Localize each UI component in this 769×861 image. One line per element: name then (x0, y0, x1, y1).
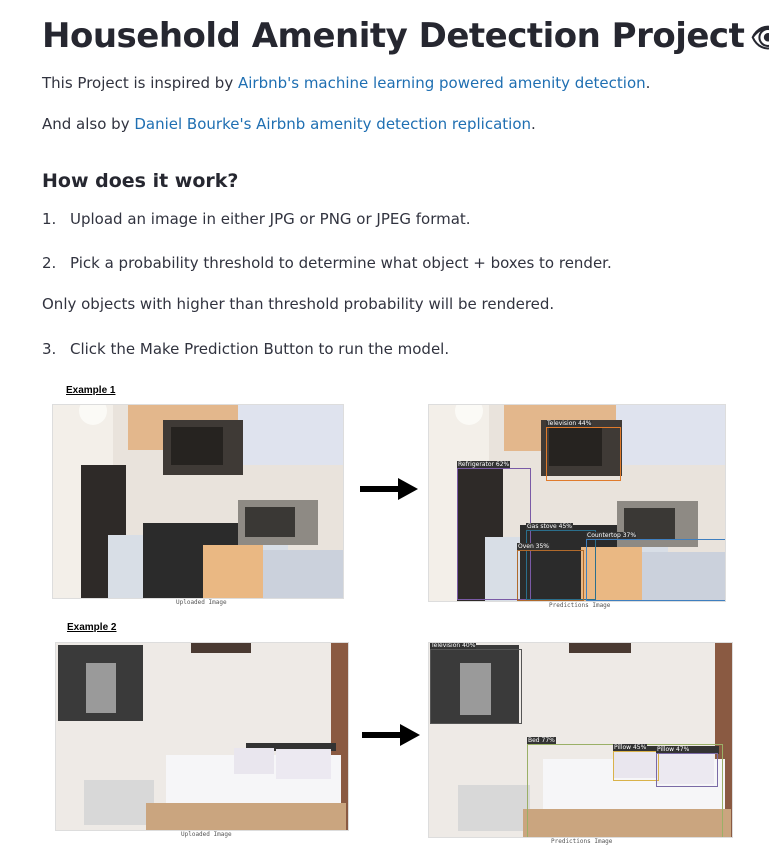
example-1-uploaded-caption: Uploaded Image (176, 599, 227, 606)
detection-box: Countertop 37% (586, 532, 725, 601)
detection-label: Gas stove 45% (526, 523, 573, 530)
example-2-uploaded-image (55, 642, 349, 831)
step-number: 3. (42, 340, 57, 358)
arrow-icon (360, 478, 418, 504)
daniel-bourke-link[interactable]: Daniel Bourke's Airbnb amenity detection… (134, 115, 531, 133)
detection-label: Countertop 37% (586, 532, 638, 539)
step-number: 1. (42, 210, 57, 228)
intro-prefix: This Project is inspired by (42, 74, 238, 92)
detection-label: Bed 77% (527, 737, 556, 744)
detection-label: Television 40% (430, 642, 477, 649)
step-text: Upload an image in either JPG or PNG or … (70, 210, 471, 228)
example-2-prediction-caption: Predictions Image (551, 838, 613, 845)
airbnb-link[interactable]: Airbnb's machine learning powered amenit… (238, 74, 646, 92)
step-text: Pick a probability threshold to determin… (70, 254, 612, 272)
detection-label: Television 44% (546, 420, 593, 427)
how-heading: How does it work? (42, 170, 239, 192)
step-text: Click the Make Prediction Button to run … (70, 340, 450, 358)
detection-box: Pillow 45% (613, 744, 659, 781)
also-prefix: And also by (42, 115, 135, 133)
threshold-note: Only objects with higher than threshold … (42, 295, 555, 313)
detection-box: Oven 35% (517, 543, 584, 601)
step-number: 2. (42, 254, 57, 272)
detection-box: Television 44% (546, 420, 621, 481)
example-1-uploaded-image (52, 404, 344, 599)
detection-label: Oven 35% (517, 543, 551, 550)
detection-label: Pillow 45% (613, 744, 648, 751)
example-2-uploaded-caption: Uploaded Image (181, 831, 232, 838)
detection-box: Pillow 47% (656, 746, 718, 787)
detection-label: Refrigerator 62% (457, 461, 511, 468)
example-2-prediction-image: Television 40% Bed 77% Pillow 45% Pillow… (428, 642, 733, 838)
detection-label: Pillow 47% (656, 746, 691, 753)
arrow-icon (362, 724, 420, 750)
step-item: 1. Upload an image in either JPG or PNG o… (42, 210, 471, 228)
step-item: 2. Pick a probability threshold to determ… (42, 254, 612, 272)
also-suffix: . (531, 115, 536, 133)
page-title: Household Amenity Detection Project 👁 (42, 16, 769, 56)
example-2-label: Example 2 (67, 622, 117, 633)
intro-suffix: . (645, 74, 651, 92)
intro-paragraph: This Project is inspired by Airbnb's mac… (42, 74, 650, 92)
example-1-prediction-image: Television 44% Refrigerator 62% Gas stov… (428, 404, 726, 602)
step-item: 3. Click the Make Prediction Button to ru… (42, 340, 449, 358)
detection-box: Television 40% (430, 643, 522, 724)
example-1-prediction-caption: Predictions Image (549, 602, 611, 609)
page: Household Amenity Detection Project 👁 Thi… (0, 0, 769, 861)
example-1-label: Example 1 (66, 385, 116, 396)
eye-icon: 👁 (750, 21, 769, 54)
also-paragraph: And also by Daniel Bourke's Airbnb ameni… (42, 115, 536, 133)
